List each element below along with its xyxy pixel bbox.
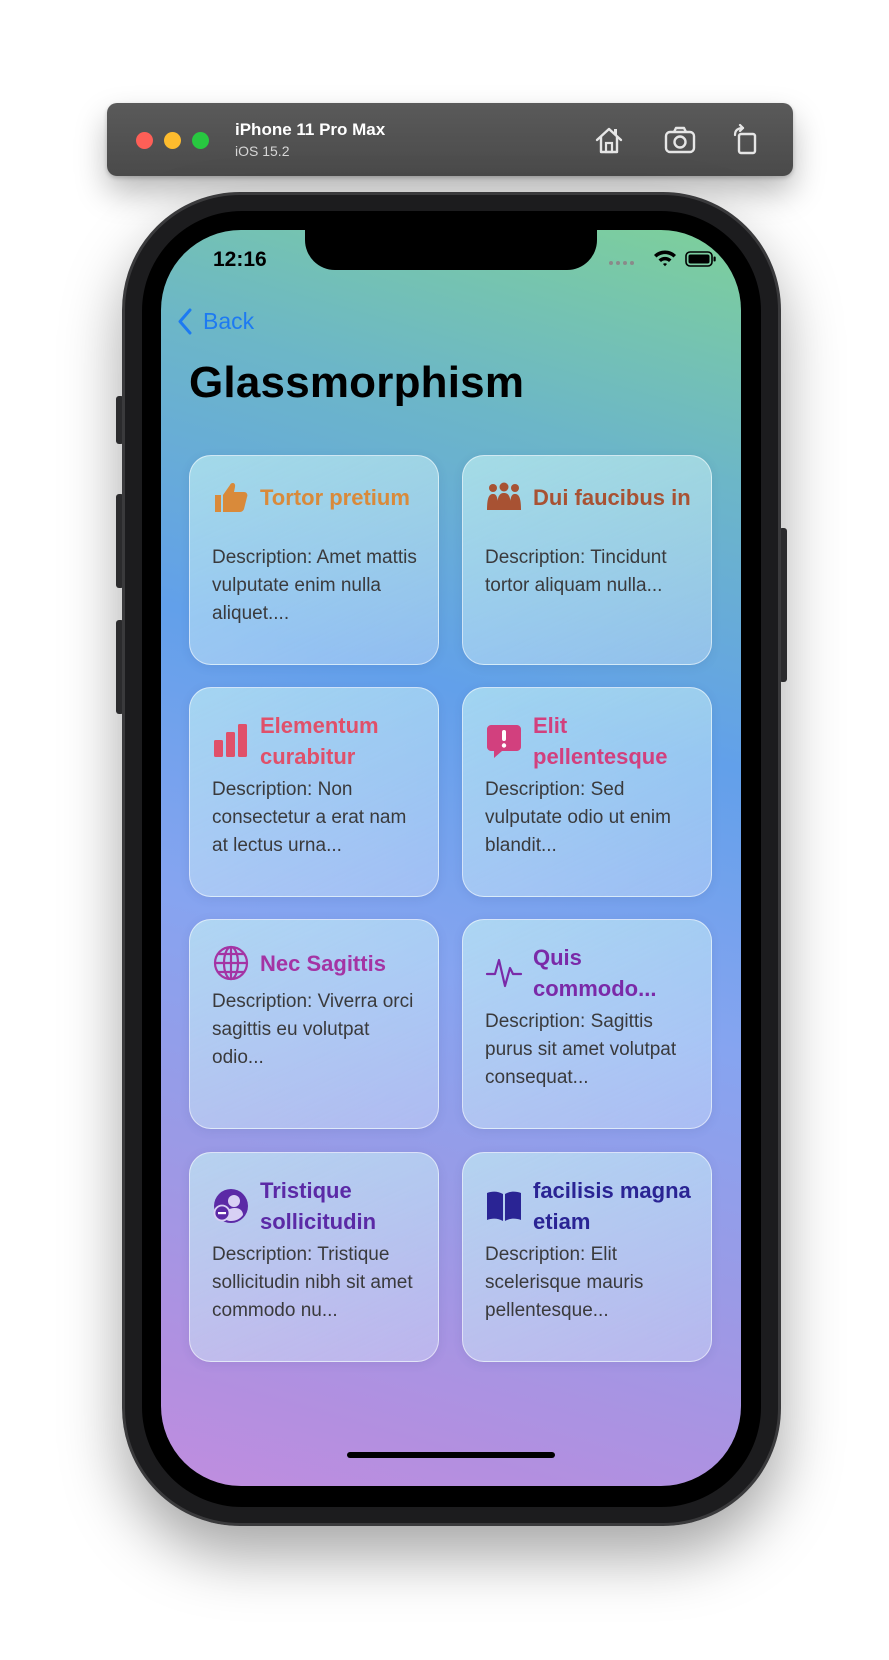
wifi-icon [654,250,676,267]
status-time: 12:16 [213,248,267,271]
zoom-window-button[interactable] [192,132,209,149]
card-description: Description: Amet mattis vulputate enim … [212,547,417,624]
minimize-window-button[interactable] [164,132,181,149]
card-elit-pellentesque[interactable]: Elit pellentesque Description: Sed vulpu… [462,687,712,897]
card-tristique-sollicitudin[interactable]: Tristique sollicitudin Description: Tris… [189,1152,439,1362]
home-icon[interactable] [592,123,626,157]
card-title: facilisis magna etiam [533,1178,691,1234]
card-tortor-pretium[interactable]: Tortor pretium Description: Amet mattis … [189,455,439,665]
card-description: Description: Viverra orci sagittis eu vo… [212,991,414,1068]
os-version: iOS 15.2 [235,143,290,159]
card-description: Description: Tincidunt tortor aliquam nu… [485,547,667,596]
signal-icon [609,261,634,265]
card-description: Description: Tristique sollicitudin nibh… [212,1244,413,1321]
thumbs-up-icon [212,478,250,516]
simulator-toolbar: iPhone 11 Pro Max iOS 15.2 [107,103,793,176]
card-dui-faucibus-in[interactable]: Dui faucibus in Description: Tincidunt t… [462,455,712,665]
card-title: Tortor pretium [260,484,410,510]
card-title: Elementum curabitur [260,713,379,769]
back-button[interactable]: Back [177,308,254,335]
rotate-icon[interactable] [729,123,763,157]
globe-icon [212,944,250,982]
back-label: Back [203,308,255,334]
card-description: Description: Sagittis purus sit amet vol… [485,1011,677,1088]
card-facilisis-magna-etiam[interactable]: facilisis magna etiam Description: Elit … [462,1152,712,1362]
book-icon [485,1187,523,1225]
notch [305,230,597,270]
card-quis-commodo[interactable]: Quis commodo... Description: Sagittis pu… [462,919,712,1129]
bar-chart-icon [212,722,250,760]
screenshot-icon[interactable] [663,123,697,157]
phone-screen: 12:16 Back Glassmorphism Tortor pretium … [161,230,741,1486]
card-nec-sagittis[interactable]: Nec Sagittis Description: Viverra orci s… [189,919,439,1129]
card-description: Description: Sed vulputate odio ut enim … [485,779,671,856]
card-description: Description: Elit scelerisque mauris pel… [485,1244,644,1321]
card-description: Description: Non consectetur a erat nam … [212,779,407,856]
card-title: Nec Sagittis [260,950,386,976]
home-indicator[interactable] [347,1452,555,1458]
page-title: Glassmorphism [189,358,525,407]
card-title: Dui faucibus in [533,484,691,510]
card-title: Tristique sollicitudin [260,1178,377,1234]
card-elementum-curabitur[interactable]: Elementum curabitur Description: Non con… [189,687,439,897]
status-icons [607,248,717,272]
chevron-left-icon [178,308,192,335]
card-title: Quis commodo... [533,945,657,1001]
waveform-icon [485,954,523,992]
exclamation-bubble-icon [485,722,523,760]
people-icon [485,478,523,516]
card-grid: Tortor pretium Description: Amet mattis … [189,455,714,1365]
person-minus-icon [212,1187,250,1225]
device-name: iPhone 11 Pro Max [235,120,386,139]
close-window-button[interactable] [136,132,153,149]
card-title: Elit pellentesque [533,713,668,769]
battery-icon [685,251,716,267]
